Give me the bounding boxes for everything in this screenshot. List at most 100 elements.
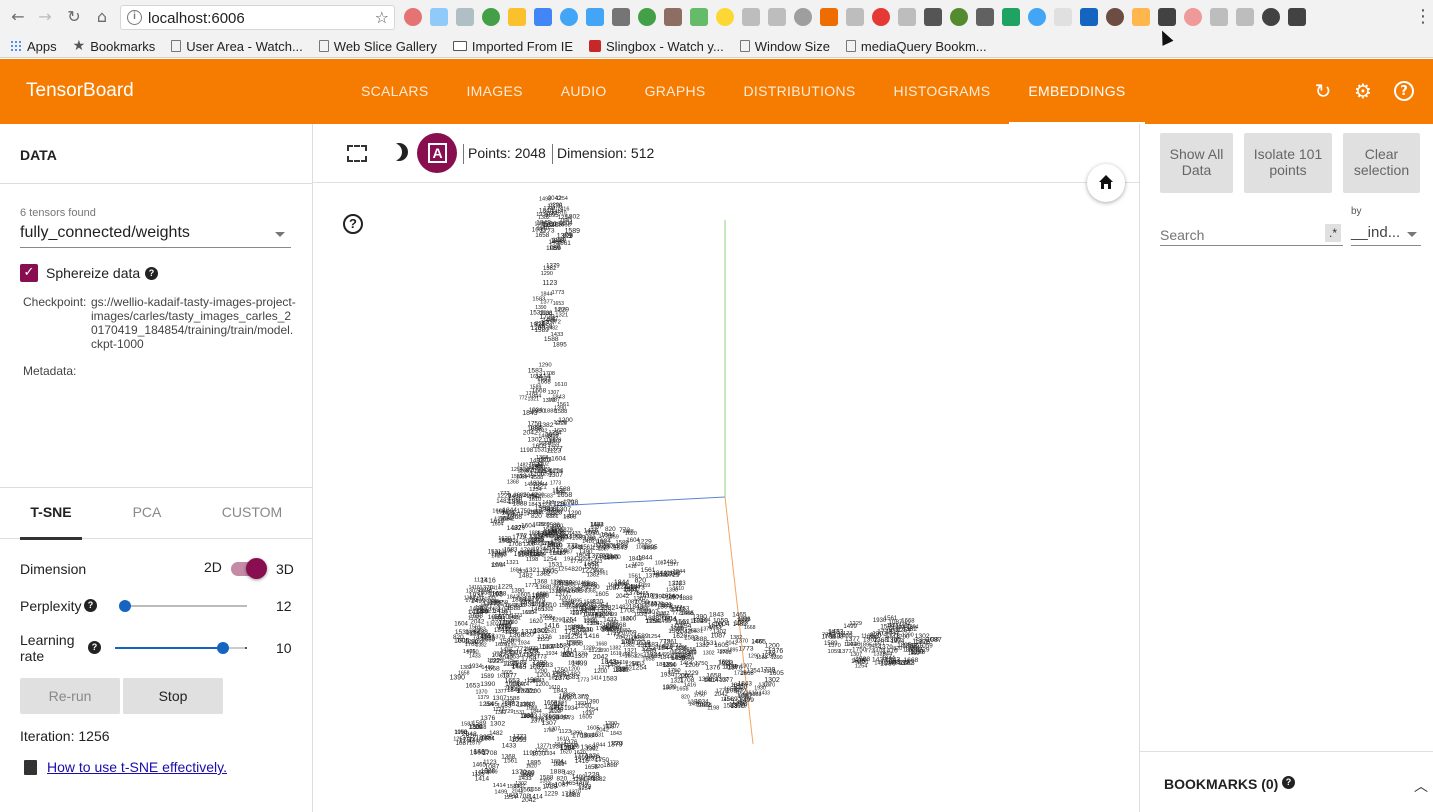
point-label[interactable]: 1307 [542, 644, 556, 651]
point-label[interactable]: 1934 [564, 557, 578, 563]
point-label[interactable]: 1658 [495, 599, 509, 606]
point-label[interactable]: 1583 [541, 493, 553, 499]
point-label[interactable]: 1844 [593, 742, 606, 748]
point-label[interactable]: 1229 [501, 628, 516, 635]
point-label[interactable]: 1658 [528, 787, 541, 793]
tab-custom[interactable]: CUSTOM [216, 488, 288, 540]
point-label[interactable]: 1254 [525, 610, 537, 616]
point-label[interactable]: 1302 [570, 534, 583, 540]
point-label[interactable]: 1307 [537, 531, 551, 538]
point-label[interactable]: 1321 [525, 567, 540, 574]
point-label[interactable]: 1583 [474, 627, 486, 633]
point-label[interactable]: 1604 [454, 621, 468, 628]
point-label[interactable]: 1302 [713, 629, 727, 636]
point-label[interactable]: 1302 [703, 651, 715, 657]
point-label[interactable]: 1254 [625, 661, 639, 668]
point-label[interactable]: 1254 [899, 622, 910, 628]
expand-icon[interactable]: ︿ [1414, 776, 1428, 796]
point-label[interactable]: 1844 [652, 570, 667, 577]
point-label[interactable]: 1610 [497, 674, 509, 680]
point-label[interactable]: 1321 [498, 610, 513, 617]
point-label[interactable]: 1482 [696, 702, 711, 709]
point-label[interactable]: 1561 [628, 574, 641, 580]
point-label[interactable]: 1414 [721, 697, 732, 703]
extension-icon[interactable] [482, 8, 500, 26]
point-label[interactable]: 1123 [670, 643, 682, 649]
point-label[interactable]: 1589 [481, 674, 495, 680]
point-label[interactable]: 1930 [532, 751, 546, 758]
extension-icon[interactable] [820, 8, 838, 26]
extension-icon[interactable] [1184, 8, 1202, 26]
point-label[interactable]: 1895 [860, 643, 872, 649]
extension-icon[interactable] [924, 8, 942, 26]
point-label[interactable]: 1610 [746, 691, 758, 697]
point-label[interactable]: 1729 [553, 673, 567, 679]
point-label[interactable]: 1390 [535, 305, 546, 311]
point-label[interactable]: 1382 [696, 643, 710, 649]
point-label[interactable]: 1382 [543, 266, 557, 272]
point-label[interactable]: 1930 [634, 612, 648, 618]
point-label[interactable]: 1605 [595, 591, 609, 598]
tab-tsne[interactable]: T-SNE [20, 488, 82, 540]
back-icon[interactable]: ← [8, 7, 28, 27]
point-label[interactable]: 1605 [587, 726, 601, 732]
point-label[interactable]: 1254 [548, 431, 562, 437]
point-label[interactable]: 1123 [673, 580, 687, 587]
point-label[interactable]: 1773 [511, 613, 522, 619]
point-label[interactable]: 1589 [572, 545, 584, 551]
point-label[interactable]: 1588 [553, 762, 564, 768]
point-label[interactable]: 1087 [492, 652, 507, 659]
point-label[interactable]: 1307 [548, 472, 563, 479]
point-label[interactable]: 1368 [550, 221, 564, 228]
point-label[interactable]: 1254 [556, 196, 568, 202]
bookmark-item[interactable]: Slingbox - Watch y... [589, 39, 724, 54]
point-label[interactable]: 1200 [558, 417, 573, 424]
point-label[interactable]: 1588 [544, 616, 555, 622]
browser-menu-icon[interactable]: ⋮ [1414, 6, 1432, 27]
point-label[interactable]: 1370 [476, 690, 488, 696]
point-label[interactable]: 1416 [585, 633, 600, 640]
point-label[interactable]: 1254 [684, 628, 697, 634]
bookmarks-help-icon[interactable]: ? [1282, 776, 1295, 789]
point-label[interactable]: 1750 [544, 728, 555, 734]
extension-icon[interactable] [1002, 8, 1020, 26]
point-label[interactable]: 772 [519, 396, 528, 402]
extension-icon[interactable] [1028, 8, 1046, 26]
point-label[interactable]: 1382 [730, 635, 742, 641]
extension-icon[interactable] [612, 8, 630, 26]
tab-images[interactable]: IMAGES [447, 59, 541, 124]
point-label[interactable]: 1773 [552, 290, 565, 296]
point-label[interactable]: 1934 [575, 604, 586, 610]
point-label[interactable]: 1729 [501, 709, 513, 715]
clear-selection-button[interactable]: Clear selection [1343, 133, 1420, 193]
point-label[interactable]: 1895 [556, 588, 568, 594]
point-label[interactable]: 1254 [558, 566, 572, 572]
point-label[interactable]: 1750 [595, 757, 610, 764]
point-label[interactable]: 1390 [666, 587, 678, 593]
extension-icon[interactable] [1132, 8, 1150, 26]
tab-graphs[interactable]: GRAPHS [626, 59, 725, 124]
help-icon[interactable]: ? [1394, 81, 1414, 101]
point-label[interactable]: 1368 [567, 641, 583, 648]
extension-icon[interactable] [664, 8, 682, 26]
point-label[interactable]: 1290 [494, 517, 506, 523]
point-label[interactable]: 1416 [550, 706, 564, 712]
extension-icon[interactable] [1106, 8, 1124, 26]
point-label[interactable]: 1588 [499, 639, 514, 646]
point-label[interactable]: 1376 [537, 634, 552, 641]
point-label[interactable]: 1290 [509, 736, 524, 743]
point-label[interactable]: 1589 [472, 720, 487, 727]
point-label[interactable]: 1200 [765, 643, 780, 650]
point-label[interactable]: 1307 [740, 663, 752, 669]
point-label[interactable]: 1561 [884, 615, 898, 622]
extension-icon[interactable] [794, 8, 812, 26]
point-label[interactable]: 1620 [529, 618, 543, 625]
bookmark-item[interactable]: mediaQuery Bookm... [845, 39, 987, 54]
point-label[interactable]: 1583 [570, 625, 583, 631]
point-label[interactable]: 1390 [511, 588, 525, 594]
point-label[interactable]: 1254 [529, 495, 541, 501]
point-label[interactable]: 1198 [595, 540, 606, 546]
tab-scalars[interactable]: SCALARS [342, 59, 447, 124]
point-label[interactable]: 1433 [759, 690, 770, 696]
point-label[interactable]: 1895 [643, 544, 658, 551]
